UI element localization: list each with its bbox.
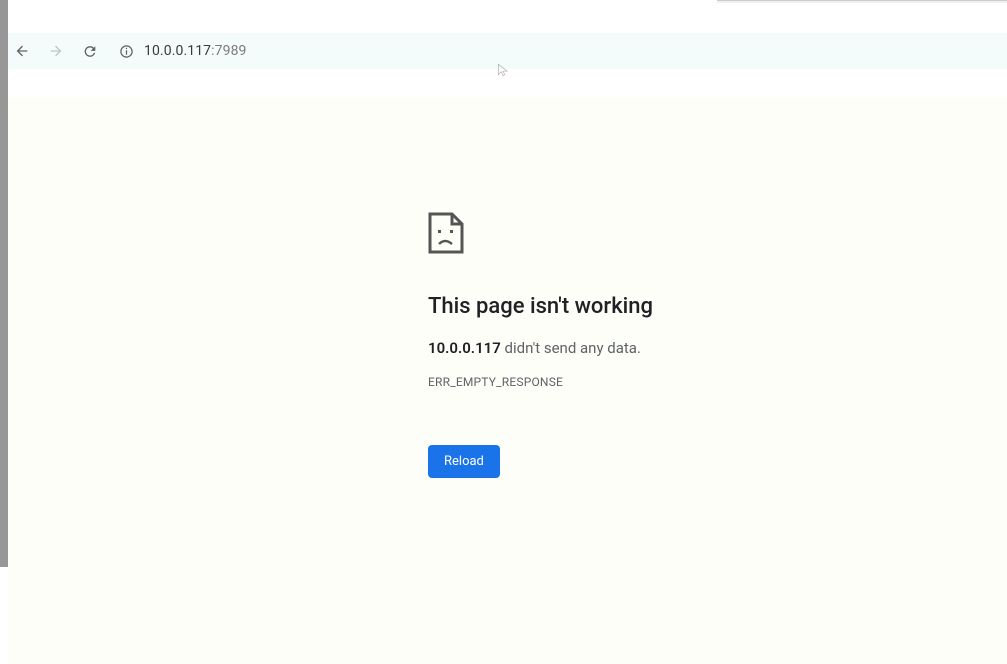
error-host: 10.0.0.117 [428,339,501,357]
error-title: This page isn't working [428,294,848,319]
forward-button[interactable] [48,43,64,59]
url-host: 10.0.0.117 [144,43,211,59]
page-content: This page isn't working 10.0.0.117 didn'… [8,97,1007,664]
info-icon [119,44,134,59]
sad-document-icon [428,212,464,254]
arrow-right-icon [48,43,64,59]
site-info-button[interactable] [118,43,134,59]
reload-nav-button[interactable] [82,43,98,59]
arrow-left-icon [14,43,30,59]
address-bar[interactable]: 10.0.0.117:7989 [118,43,247,59]
nav-buttons [14,43,98,59]
error-code: ERR_EMPTY_RESPONSE [428,375,848,389]
error-message-text: didn't send any data. [501,339,641,357]
reload-button[interactable]: Reload [428,445,500,478]
browser-toolbar: 10.0.0.117:7989 [0,33,1007,69]
left-edge-shadow [0,0,8,567]
back-button[interactable] [14,43,30,59]
url-port: :7989 [211,43,246,59]
reload-icon [82,43,98,60]
url-text: 10.0.0.117:7989 [144,43,247,59]
error-container: This page isn't working 10.0.0.117 didn'… [428,212,848,478]
error-message: 10.0.0.117 didn't send any data. [428,339,848,357]
window-top-edge [0,0,1007,3]
window-top-stub [717,0,1007,3]
